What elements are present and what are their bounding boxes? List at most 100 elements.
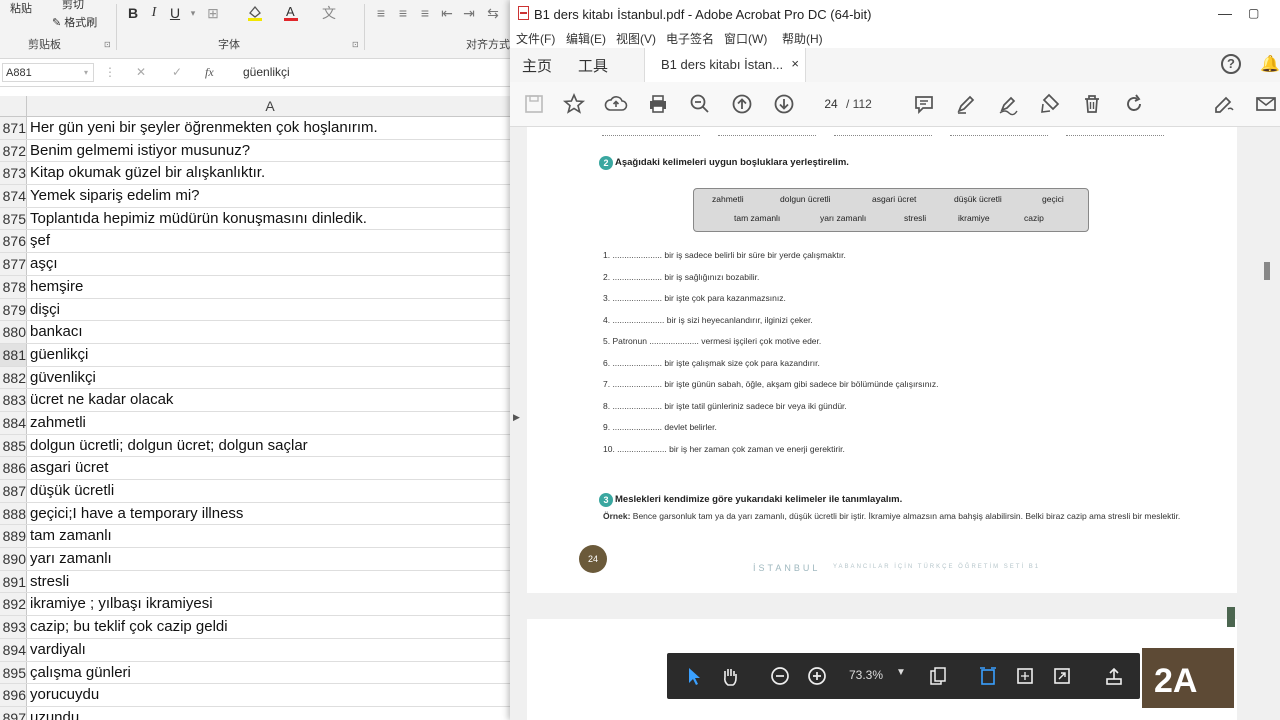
comment-icon[interactable] <box>912 92 936 116</box>
cancel-icon[interactable]: ✕ <box>136 65 146 79</box>
tab-document[interactable]: B1 ders kitabı İstan... × <box>644 48 806 82</box>
cell-a[interactable]: dişçi <box>30 299 60 321</box>
name-box-dropdown-icon[interactable]: ▾ <box>84 68 88 77</box>
align-top-icon[interactable]: ≡ <box>372 4 390 22</box>
fill-sign-icon[interactable] <box>1212 92 1236 116</box>
cell-a[interactable]: Her gün yeni bir şeyler öğrenmekten çok … <box>30 117 378 139</box>
upload-cloud-icon[interactable] <box>604 92 628 116</box>
cell-a[interactable]: Toplantıda hepimiz müdürün konuşmasını d… <box>30 208 367 230</box>
cell-a[interactable]: cazip; bu teklif çok cazip geldi <box>30 616 228 638</box>
row-number[interactable]: 884 <box>0 411 27 434</box>
row-number[interactable]: 880 <box>0 321 27 343</box>
zoom-dropdown-icon[interactable]: ▼ <box>896 667 906 678</box>
row-number[interactable]: 871 <box>0 117 27 139</box>
help-icon[interactable]: ? <box>1221 54 1241 74</box>
cell-a[interactable]: Benim gelmemi istiyor musunuz? <box>30 140 250 162</box>
menu-item[interactable]: 文件(F) <box>516 30 555 47</box>
cell-a[interactable]: düşük ücretli <box>30 480 114 502</box>
row-number[interactable]: 891 <box>0 570 27 593</box>
highlight-pen-icon[interactable] <box>954 92 978 116</box>
cell-a[interactable]: Yemek sipariş edelim mi? <box>30 185 200 207</box>
underline-dropdown-icon[interactable]: ▾ <box>184 4 202 22</box>
save-icon[interactable] <box>522 92 546 116</box>
cell-a[interactable]: ücret ne kadar olacak <box>30 389 173 411</box>
row-number[interactable]: 878 <box>0 275 27 298</box>
row-number[interactable]: 873 <box>0 162 27 185</box>
tab-home[interactable]: 主页 <box>522 55 552 76</box>
rotate-icon[interactable] <box>1122 92 1146 116</box>
scrollbar-thumb[interactable] <box>1264 262 1270 280</box>
cell-a[interactable]: geçici;I have a temporary illness <box>30 503 243 525</box>
cell-a[interactable]: çalışma günleri <box>30 662 131 684</box>
underline-button[interactable]: U <box>166 4 184 22</box>
fill-color-icon[interactable] <box>246 4 264 22</box>
cell-a[interactable]: hemşire <box>30 276 83 298</box>
row-number[interactable]: 892 <box>0 593 27 616</box>
cell-a[interactable]: bankacı <box>30 321 83 343</box>
row-number[interactable]: 896 <box>0 684 27 706</box>
cell-a[interactable]: uzundu <box>30 707 79 720</box>
cell-a[interactable]: dolgun ücretli; dolgun ücret; dolgun saç… <box>30 435 308 457</box>
print-icon[interactable] <box>646 92 670 116</box>
paste-button[interactable]: 粘贴 <box>10 0 32 16</box>
row-number[interactable]: 897 <box>0 706 27 720</box>
maximize-icon[interactable]: ▢ <box>1248 6 1259 20</box>
menu-item[interactable]: 窗口(W) <box>724 30 767 47</box>
enter-icon[interactable]: ✓ <box>172 65 182 79</box>
cell-a[interactable]: güenlikçi <box>30 344 88 366</box>
cut-button[interactable]: 剪切 <box>62 0 84 12</box>
cell-a[interactable]: güvenlikçi <box>30 367 96 389</box>
menu-item[interactable]: 编辑(E) <box>566 30 606 47</box>
italic-button[interactable]: I <box>145 4 163 22</box>
name-box[interactable]: A881 <box>2 63 94 82</box>
decrease-indent-icon[interactable]: ⇤ <box>438 4 456 22</box>
row-number[interactable]: 875 <box>0 207 27 230</box>
notification-bell-icon[interactable]: 🔔 <box>1260 54 1280 74</box>
align-middle-icon[interactable]: ≡ <box>394 4 412 22</box>
border-icon[interactable]: ⊞ <box>204 4 222 22</box>
cell-a[interactable]: şef <box>30 230 50 252</box>
zoom-out-icon[interactable] <box>688 92 712 116</box>
cell-a[interactable]: yarı zamanlı <box>30 548 112 570</box>
row-number[interactable]: 882 <box>0 366 27 389</box>
align-bottom-icon[interactable]: ≡ <box>416 4 434 22</box>
zoom-out-page-icon[interactable] <box>769 665 791 687</box>
clipboard-launcher-icon[interactable]: ⊡ <box>104 40 111 49</box>
column-header-a[interactable]: A <box>26 96 512 116</box>
row-number[interactable]: 877 <box>0 253 27 275</box>
cell-a[interactable]: Kitap okumak güzel bir alışkanlıktır. <box>30 162 265 184</box>
draw-icon[interactable] <box>996 92 1020 116</box>
formula-input[interactable]: güenlikçi <box>243 65 290 79</box>
previous-page-icon[interactable] <box>730 92 754 116</box>
fit-page-icon[interactable] <box>977 665 999 687</box>
row-number[interactable]: 883 <box>0 389 27 411</box>
document-viewport[interactable]: ▶ 2 Aşağıdaki kelimeleri uygun boşluklar… <box>510 127 1280 720</box>
format-painter-button[interactable]: ✎ 格式刷 <box>52 14 97 30</box>
bold-button[interactable]: B <box>124 4 142 22</box>
row-number[interactable]: 881 <box>0 343 27 366</box>
wrap-text-icon[interactable]: ⇆ <box>484 4 502 22</box>
row-number[interactable]: 890 <box>0 548 27 570</box>
tab-tools[interactable]: 工具 <box>578 55 608 76</box>
cell-a[interactable]: vardiyalı <box>30 639 86 661</box>
close-tab-icon[interactable]: × <box>791 56 799 71</box>
row-number[interactable]: 876 <box>0 230 27 253</box>
row-number[interactable]: 872 <box>0 139 27 162</box>
zoom-level[interactable]: 73.3% <box>849 668 883 682</box>
zoom-in-page-icon[interactable] <box>806 665 828 687</box>
select-cursor-icon[interactable] <box>683 665 705 687</box>
email-icon[interactable] <box>1254 92 1278 116</box>
row-number[interactable]: 895 <box>0 661 27 684</box>
font-launcher-icon[interactable]: ⊡ <box>352 40 359 49</box>
bookmark-star-icon[interactable] <box>562 92 586 116</box>
cell-a[interactable]: ikramiye ; yılbaşı ikramiyesi <box>30 593 213 615</box>
menu-item[interactable]: 电子签名 <box>666 30 714 47</box>
cell-a[interactable]: stresli <box>30 571 69 593</box>
menu-item[interactable]: 视图(V) <box>616 30 656 47</box>
expand-left-pane-icon[interactable]: ▶ <box>513 412 520 423</box>
font-color-icon[interactable]: A <box>282 4 300 22</box>
increase-indent-icon[interactable]: ⇥ <box>460 4 478 22</box>
menu-item[interactable]: 帮助(H) <box>782 30 823 47</box>
row-number[interactable]: 885 <box>0 434 27 457</box>
fit-width-icon[interactable] <box>1014 665 1036 687</box>
